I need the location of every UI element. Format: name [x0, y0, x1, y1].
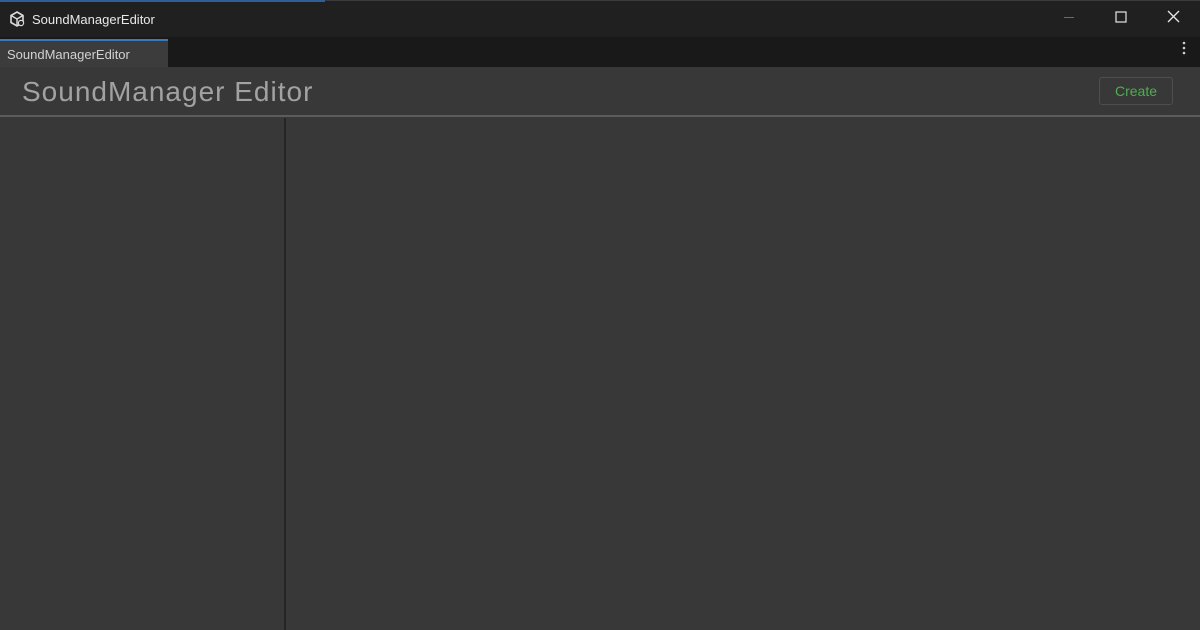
create-button[interactable]: Create [1099, 77, 1173, 105]
tab-soundmanagereditor[interactable]: SoundManagerEditor [0, 39, 168, 67]
editor-header: SoundManager Editor Create [0, 67, 1200, 117]
editor-window: SoundManagerEditor SoundManagerEditor So… [0, 0, 1200, 630]
tab-label: SoundManagerEditor [7, 47, 130, 62]
maximize-button[interactable] [1095, 1, 1147, 37]
tab-strip: SoundManagerEditor [0, 37, 1200, 67]
kebab-menu-icon [1182, 41, 1186, 60]
close-button[interactable] [1147, 1, 1199, 37]
left-pane [0, 118, 284, 630]
unity-icon [9, 11, 25, 27]
minimize-button[interactable] [1043, 1, 1095, 37]
close-icon [1167, 10, 1180, 28]
title-bar[interactable]: SoundManagerEditor [0, 0, 1200, 37]
right-pane [286, 118, 1200, 630]
window-title: SoundManagerEditor [32, 12, 155, 27]
title-bar-accent [0, 0, 325, 2]
minimize-icon [1063, 10, 1075, 28]
page-title: SoundManager Editor [22, 76, 314, 107]
tab-menu-button[interactable] [1178, 41, 1190, 59]
maximize-icon [1115, 10, 1127, 28]
